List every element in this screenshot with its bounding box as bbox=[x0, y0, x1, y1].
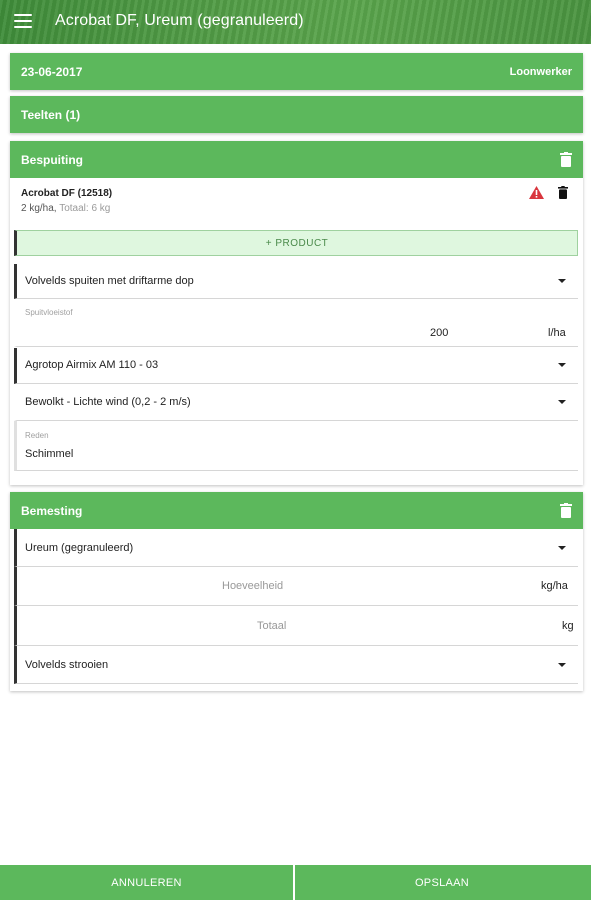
reason-value[interactable]: Schimmel bbox=[25, 448, 73, 460]
teelten-title: Teelten (1) bbox=[21, 107, 81, 122]
menu-icon[interactable] bbox=[14, 14, 32, 28]
bemesting-header: Bemesting bbox=[10, 492, 583, 529]
cancel-button[interactable]: ANNULEREN bbox=[0, 865, 295, 900]
carrier-value[interactable]: 200 bbox=[430, 327, 448, 339]
nozzle-value: Agrotop Airmix AM 110 - 03 bbox=[25, 359, 159, 371]
caret-down-icon[interactable] bbox=[558, 279, 566, 283]
total-input[interactable]: Totaal bbox=[257, 620, 286, 632]
date-header[interactable]: 23-06-2017 Loonwerker bbox=[10, 53, 583, 90]
fertilizer-select[interactable]: Ureum (gegranuleerd) bbox=[14, 529, 578, 567]
app-bar: Acrobat DF, Ureum (gegranuleerd) bbox=[0, 0, 591, 44]
quantity-field[interactable]: Hoeveelheid kg/ha bbox=[14, 567, 578, 606]
weather-value: Bewolkt - Lichte wind (0,2 - 2 m/s) bbox=[25, 396, 191, 408]
spread-method-select[interactable]: Volvelds strooien bbox=[14, 646, 578, 684]
reason-field[interactable]: Reden Schimmel bbox=[14, 421, 578, 471]
page-title: Acrobat DF, Ureum (gegranuleerd) bbox=[55, 12, 304, 29]
bemesting-title: Bemesting bbox=[21, 503, 83, 518]
teelten-card[interactable]: Teelten (1) bbox=[10, 96, 583, 133]
product-name: Acrobat DF (12518) bbox=[21, 188, 113, 199]
add-product-button[interactable]: + PRODUCT bbox=[14, 230, 578, 256]
carrier-unit: l/ha bbox=[548, 327, 566, 339]
carrier-field[interactable]: Spuitvloeistof 200 l/ha bbox=[14, 299, 578, 347]
caret-down-icon[interactable] bbox=[558, 363, 566, 367]
bespuiting-body: Acrobat DF (12518) 2 kg/ha, Totaal: 6 kg… bbox=[10, 178, 583, 485]
caret-down-icon[interactable] bbox=[558, 663, 566, 667]
total-unit: kg bbox=[562, 620, 574, 632]
fertilizer-value: Ureum (gegranuleerd) bbox=[25, 542, 134, 554]
add-product-label: + PRODUCT bbox=[265, 237, 329, 249]
nozzle-select[interactable]: Agrotop Airmix AM 110 - 03 bbox=[14, 348, 578, 384]
trash-icon[interactable] bbox=[560, 503, 572, 518]
method-value: Volvelds spuiten met driftarme dop bbox=[25, 275, 194, 287]
product-row[interactable]: Acrobat DF (12518) 2 kg/ha, Totaal: 6 kg bbox=[10, 178, 583, 228]
quantity-input[interactable]: Hoeveelheid bbox=[222, 580, 283, 592]
bemesting-card: Bemesting Ureum (gegranuleerd) Hoeveelhe… bbox=[10, 492, 583, 691]
product-dose-value: 2 kg/ha, bbox=[21, 203, 57, 214]
product-dose: 2 kg/ha, Totaal: 6 kg bbox=[21, 203, 110, 214]
trash-icon[interactable] bbox=[560, 152, 572, 167]
caret-down-icon[interactable] bbox=[558, 400, 566, 404]
total-field[interactable]: Totaal kg bbox=[14, 606, 578, 646]
weather-select[interactable]: Bewolkt - Lichte wind (0,2 - 2 m/s) bbox=[14, 384, 578, 421]
carrier-label: Spuitvloeistof bbox=[25, 308, 73, 317]
save-button[interactable]: OPSLAAN bbox=[295, 865, 589, 900]
warning-icon[interactable] bbox=[529, 186, 544, 204]
reason-label: Reden bbox=[25, 431, 49, 440]
date-card[interactable]: 23-06-2017 Loonwerker bbox=[10, 53, 583, 90]
quantity-unit: kg/ha bbox=[541, 580, 568, 592]
spread-method-value: Volvelds strooien bbox=[25, 659, 109, 671]
bespuiting-card: Bespuiting Acrobat DF (12518) 2 kg/ha, T… bbox=[10, 141, 583, 485]
trash-icon[interactable] bbox=[558, 186, 568, 204]
method-select[interactable]: Volvelds spuiten met driftarme dop bbox=[14, 264, 578, 299]
teelten-header[interactable]: Teelten (1) bbox=[10, 96, 583, 133]
bemesting-body: Ureum (gegranuleerd) Hoeveelheid kg/ha T… bbox=[10, 529, 583, 691]
product-total: Totaal: 6 kg bbox=[59, 203, 111, 214]
role-value: Loonwerker bbox=[509, 65, 572, 78]
bespuiting-title: Bespuiting bbox=[21, 152, 83, 167]
bespuiting-header: Bespuiting bbox=[10, 141, 583, 178]
caret-down-icon[interactable] bbox=[558, 546, 566, 550]
footer-bar: ANNULEREN OPSLAAN bbox=[0, 865, 591, 900]
date-value: 23-06-2017 bbox=[21, 64, 83, 79]
